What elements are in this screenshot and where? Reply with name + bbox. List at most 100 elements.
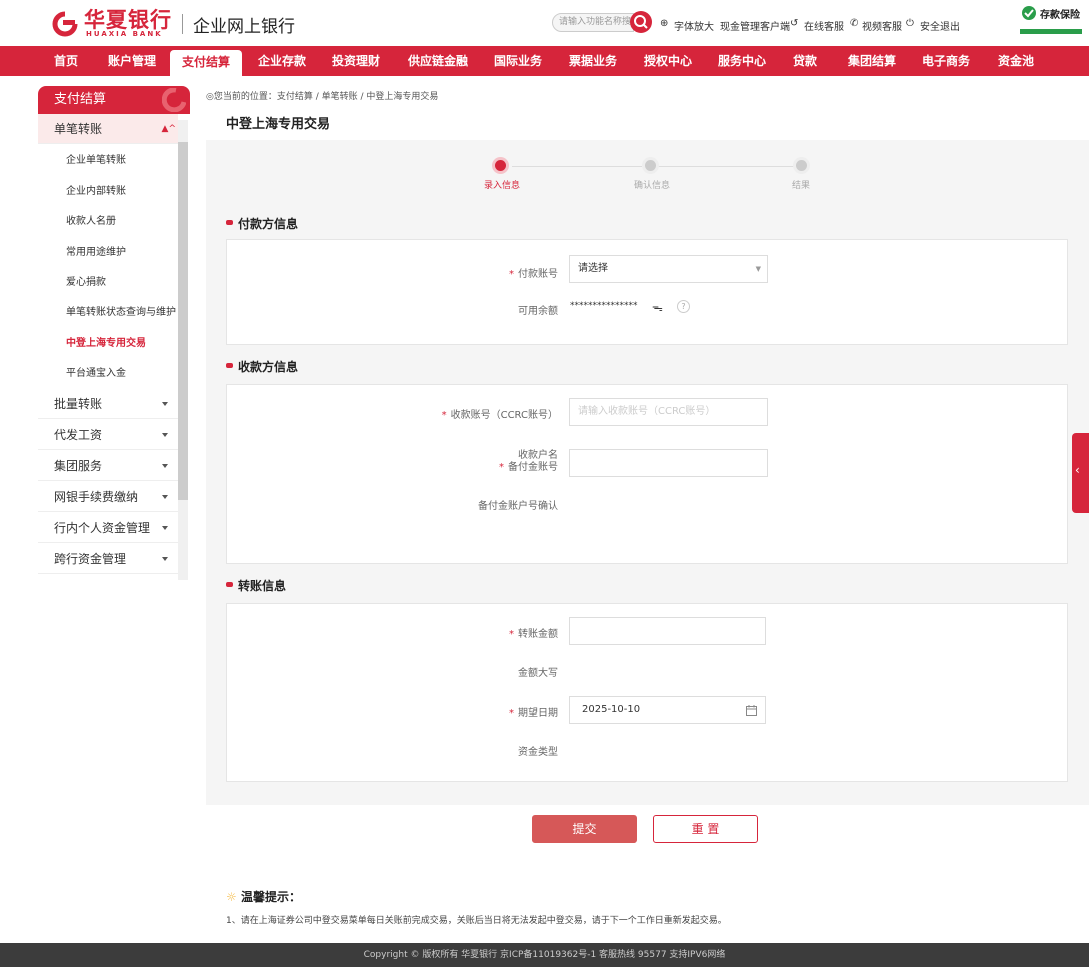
date-label: * 期望日期 (509, 708, 558, 719)
sidebar-title: 支付结算 (38, 86, 190, 114)
chevron-down-icon: ▼ (755, 265, 761, 273)
nav-service[interactable]: 服务中心 (718, 46, 766, 76)
chevron-down-icon (162, 464, 168, 468)
eye-closed-icon[interactable]: ᯓ (652, 300, 663, 315)
nav-fund-pool[interactable]: 资金池 (998, 46, 1034, 76)
sidebar-item-internal[interactable]: 企业内部转账 (38, 177, 178, 207)
step-label-input: 录入信息 (484, 181, 521, 191)
amount-label: * 转账金额 (509, 629, 558, 640)
tips-title: ☼ 温馨提示： (226, 890, 301, 904)
location-icon: ◎ (206, 92, 214, 102)
amount-input[interactable] (569, 617, 766, 645)
logo-divider (182, 14, 183, 34)
nav-invest[interactable]: 投资理财 (332, 46, 380, 76)
reserve-account-input[interactable] (569, 449, 768, 477)
sidebar-group-batch[interactable]: 批量转账 (38, 389, 178, 419)
nav-account[interactable]: 账户管理 (108, 46, 156, 76)
cash-client-link[interactable]: 现金管理客户端 (720, 18, 790, 33)
logout-link[interactable]: 安全退出 (920, 18, 960, 33)
bank-logo[interactable]: 华夏银行 HUAXIA BANK 企业网上银行 (52, 10, 295, 38)
logo-text: 华夏银行 (84, 8, 172, 32)
video-service-link[interactable]: 视频客服 (862, 18, 902, 33)
chevron-down-icon (162, 495, 168, 499)
deposit-insurance-logo: 存款保险 (1020, 2, 1082, 42)
sidebar-scrollbar-thumb[interactable] (178, 142, 188, 500)
logo-icon (52, 11, 78, 37)
balance-label: 可用余额 (518, 306, 558, 317)
step-connector (656, 166, 796, 167)
function-search-input[interactable]: 请输入功能名称搜索 (552, 13, 634, 32)
nav-payment[interactable]: 支付结算 (170, 50, 243, 76)
main-nav: 首页 账户管理 支付结算 企业存款 投资理财 供应链金融 国际业务 票据业务 授… (0, 46, 1089, 76)
nav-bills[interactable]: 票据业务 (569, 46, 617, 76)
online-service-link[interactable]: 在线客服 (804, 18, 844, 33)
lightbulb-icon: ☼ (226, 890, 237, 904)
deposit-insurance-label: 存款保险 (1040, 10, 1080, 21)
sidebar-item-corp-single[interactable]: 企业单笔转账 (38, 146, 178, 176)
chevron-down-icon (162, 526, 168, 530)
sidebar-group-payroll[interactable]: 代发工资 (38, 420, 178, 450)
nav-home[interactable]: 首页 (54, 46, 78, 76)
chat-icon: ↺ (790, 18, 799, 29)
sidebar-group-group-service[interactable]: 集团服务 (38, 451, 178, 481)
payer-account-select[interactable]: 请选择 ▼ (569, 255, 768, 283)
power-icon: ⏻ (906, 18, 914, 29)
reserve-account-label: * 备付金账号 (499, 462, 558, 473)
section-title-payer: 付款方信息 (226, 215, 298, 232)
fund-type-label: 资金类型 (518, 747, 558, 758)
amount-upper-label: 金额大写 (518, 668, 558, 679)
nav-deposit[interactable]: 企业存款 (258, 46, 306, 76)
nav-group[interactable]: 集团结算 (848, 46, 896, 76)
sidebar-group-single-transfer[interactable]: 单笔转账 ▲^ (38, 114, 178, 144)
logo-english-text: HUAXIA BANK (86, 30, 163, 38)
chevron-down-icon (162, 402, 168, 406)
payee-account-label: * 收款账号（CCRC账号） (441, 410, 558, 421)
nav-international[interactable]: 国际业务 (494, 46, 542, 76)
footer: Copyright © 版权所有 华夏银行 京ICP备11019362号-1 客… (0, 943, 1089, 967)
zoom-icon: ⊕ (660, 18, 669, 29)
chevron-up-icon: ▲^ (161, 124, 176, 134)
search-button[interactable] (630, 11, 652, 33)
sidebar-item-purpose[interactable]: 常用用途维护 (38, 238, 178, 268)
sidebar-group-personal-fund[interactable]: 行内个人资金管理 (38, 513, 178, 543)
payee-account-input[interactable]: 请输入收款账号（CCRC账号） (569, 398, 768, 426)
sidebar-item-payee-list[interactable]: 收款人名册 (38, 207, 178, 237)
font-enlarge-link[interactable]: 字体放大 (674, 18, 714, 33)
step-label-result: 结果 (792, 181, 811, 191)
nav-auth[interactable]: 授权中心 (644, 46, 692, 76)
chevron-down-icon (162, 433, 168, 437)
search-icon (634, 15, 648, 29)
nav-ecommerce[interactable]: 电子商务 (922, 46, 970, 76)
submit-button[interactable]: 提交 (532, 815, 637, 843)
help-icon[interactable]: ? (677, 300, 690, 313)
reset-button[interactable]: 重 置 (653, 815, 758, 843)
nav-supply-chain[interactable]: 供应链金融 (408, 46, 468, 76)
reserve-confirm-label: 备付金账户号确认 (478, 501, 558, 512)
sidebar-group-fee[interactable]: 网银手续费缴纳 (38, 482, 178, 512)
sidebar-item-donation[interactable]: 爱心捐款 (38, 268, 178, 298)
sidebar-logo-icon (162, 88, 186, 112)
chevron-down-icon (162, 557, 168, 561)
sidebar-group-interbank[interactable]: 跨行资金管理 (38, 544, 178, 574)
side-collapse-tab[interactable]: ‹ (1072, 433, 1089, 513)
step-dot (645, 160, 656, 171)
header: 华夏银行 HUAXIA BANK 企业网上银行 请输入功能名称搜索 ⊕ 字体放大… (0, 0, 1089, 46)
sidebar-item-platform[interactable]: 平台通宝入金 (38, 359, 178, 389)
section-title-payee: 收款方信息 (226, 358, 298, 375)
nav-loan[interactable]: 贷款 (793, 46, 817, 76)
sidebar-item-ccrc-shanghai[interactable]: 中登上海专用交易 (38, 329, 178, 359)
sidebar-item-status[interactable]: 单笔转账状态查询与维护 (38, 298, 178, 328)
step-dot-active (495, 160, 506, 171)
payer-account-label: * 付款账号 (509, 269, 558, 280)
page-title: 中登上海专用交易 (226, 117, 331, 132)
breadcrumb: ◎您当前的位置：支付结算 / 单笔转账 / 中登上海专用交易 (206, 92, 439, 102)
section-title-transfer: 转账信息 (226, 577, 286, 594)
tips-text: 1、请在上海证券公司中登交易菜单每日关账前完成交易，关账后当日将无法发起中登交易… (226, 916, 727, 926)
video-icon: ✆ (850, 18, 859, 29)
sidebar: 支付结算 单笔转账 ▲^ 企业单笔转账 企业内部转账 收款人名册 常用用途维护 … (38, 86, 190, 586)
step-label-confirm: 确认信息 (634, 181, 671, 191)
date-input[interactable]: 2025-10-10 (569, 696, 766, 724)
site-subtitle: 企业网上银行 (193, 16, 295, 37)
step-connector (512, 166, 642, 167)
step-dot (796, 160, 807, 171)
